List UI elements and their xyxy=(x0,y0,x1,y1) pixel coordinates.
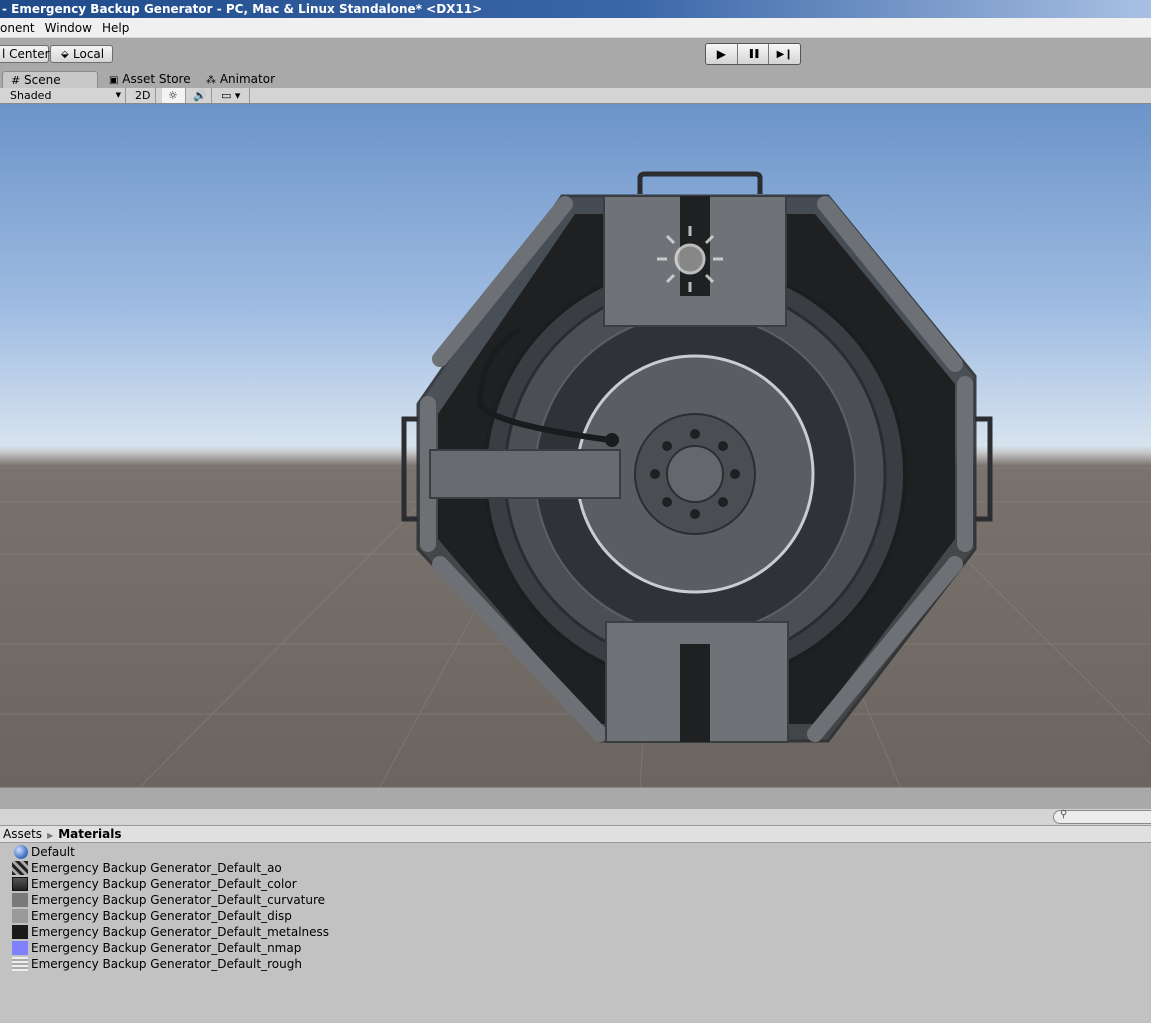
texture-thumbnail-icon xyxy=(12,861,28,875)
texture-thumbnail-icon xyxy=(12,925,28,939)
store-icon: ▣ xyxy=(109,75,119,86)
file-name: Emergency Backup Generator_Default_ao xyxy=(31,861,282,875)
tab-animator[interactable]: ⁂ Animator xyxy=(198,71,275,88)
main-toolbar: l Center ⬙ Local ▶ ❚❚ ▶❙ xyxy=(0,38,1151,70)
texture-thumbnail-icon xyxy=(12,909,28,923)
file-name: Emergency Backup Generator_Default_curva… xyxy=(31,893,326,907)
list-item[interactable]: Emergency Backup Generator_Default_ao xyxy=(12,860,282,876)
cube-icon: ⬙ xyxy=(61,49,69,60)
scene-viewport[interactable] xyxy=(0,104,1151,787)
lighting-toggle-icon[interactable]: ☼ xyxy=(162,88,186,103)
tab-scene-label: Scene xyxy=(24,73,61,87)
list-item[interactable]: Emergency Backup Generator_Default_curva… xyxy=(12,892,325,908)
tab-asset-store-label: Asset Store xyxy=(122,72,191,86)
play-controls: ▶ ❚❚ ▶❙ xyxy=(705,43,801,65)
breadcrumb-assets[interactable]: Assets xyxy=(3,827,42,841)
file-name: Emergency Backup Generator_Default_disp xyxy=(31,909,292,923)
texture-thumbnail-icon xyxy=(12,877,28,891)
local-label: Local xyxy=(73,47,105,61)
asset-list: Default Emergency Backup Generator_Defau… xyxy=(0,844,1151,1023)
file-name: Emergency Backup Generator_Default_rough xyxy=(31,957,302,971)
texture-thumbnail-icon xyxy=(12,957,28,971)
breadcrumb-separator-icon: ▶ xyxy=(47,831,54,840)
file-name: Emergency Backup Generator_Default_color xyxy=(31,877,297,891)
project-search-input[interactable]: ⚲ xyxy=(1053,809,1151,824)
menu-component[interactable]: onent xyxy=(0,21,41,35)
texture-thumbnail-icon xyxy=(12,893,28,907)
scene-toolbar: Shaded ▼ 2D ☼ 🔊 ▭ ▾ xyxy=(0,88,1151,104)
generator-model xyxy=(0,171,1151,787)
list-item[interactable]: Emergency Backup Generator_Default_rough xyxy=(12,956,302,972)
menu-window[interactable]: Window xyxy=(45,21,98,35)
list-item[interactable]: Default xyxy=(12,844,75,860)
grid-icon: # xyxy=(11,74,21,87)
play-button[interactable]: ▶ xyxy=(706,44,738,64)
menu-help[interactable]: Help xyxy=(102,21,135,35)
file-name: Emergency Backup Generator_Default_nmap xyxy=(31,941,302,955)
effects-dropdown-icon[interactable]: ▭ ▾ xyxy=(216,88,250,103)
pivot-local-button[interactable]: ⬙ Local xyxy=(50,45,113,63)
list-item[interactable]: Emergency Backup Generator_Default_disp xyxy=(12,908,292,924)
tab-asset-store[interactable]: ▣ Asset Store xyxy=(101,71,191,88)
toggle-2d-button[interactable]: 2D xyxy=(130,88,156,103)
shading-mode-dropdown[interactable]: Shaded ▼ xyxy=(2,88,126,103)
search-icon: ⚲ xyxy=(1060,809,1068,820)
shading-mode-label: Shaded xyxy=(10,89,52,102)
texture-thumbnail-icon xyxy=(12,941,28,955)
project-toolbar: ⚲ xyxy=(0,809,1151,826)
list-item[interactable]: Emergency Backup Generator_Default_color xyxy=(12,876,297,892)
breadcrumb-materials[interactable]: Materials xyxy=(58,827,121,841)
panel-divider xyxy=(0,787,1151,809)
file-name: Emergency Backup Generator_Default_metal… xyxy=(31,925,330,939)
view-tabs: # Scene ▣ Asset Store ⁂ Animator xyxy=(0,70,1151,88)
list-item[interactable]: Emergency Backup Generator_Default_nmap xyxy=(12,940,301,956)
audio-toggle-icon[interactable]: 🔊 xyxy=(188,88,212,103)
pivot-center-button[interactable]: l Center xyxy=(0,45,50,63)
window-title: - Emergency Backup Generator - PC, Mac &… xyxy=(0,0,1151,18)
menu-bar: onent Window Help xyxy=(0,18,1151,38)
breadcrumb: Assets ▶ Materials xyxy=(0,826,1151,843)
animator-icon: ⁂ xyxy=(206,75,216,86)
file-name: Default xyxy=(31,845,75,859)
step-button[interactable]: ▶❙ xyxy=(769,44,800,64)
tab-animator-label: Animator xyxy=(219,72,275,86)
chevron-down-icon: ▼ xyxy=(115,91,121,99)
material-sphere-icon xyxy=(14,845,28,859)
tab-scene[interactable]: # Scene xyxy=(2,71,98,88)
pause-button[interactable]: ❚❚ xyxy=(737,44,770,64)
list-item[interactable]: Emergency Backup Generator_Default_metal… xyxy=(12,924,329,940)
